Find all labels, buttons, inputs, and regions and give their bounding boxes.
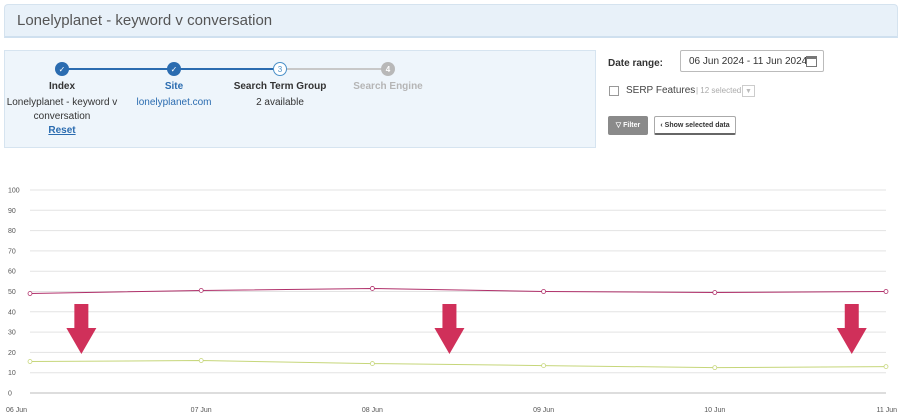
chevron-down-icon[interactable]: ▼ (742, 85, 755, 97)
data-point (369, 286, 375, 291)
check-icon: ✓ (55, 62, 69, 76)
wizard-steps: ✓ Index Lonelyplanet - keyword v convers… (4, 50, 596, 148)
y-tick-label: 20 (8, 350, 16, 357)
y-tick-label: 80 (8, 228, 16, 235)
data-point (883, 289, 889, 294)
data-point (541, 363, 546, 368)
step-sub: Lonelyplanet - keyword v conversation (6, 97, 118, 122)
chart-canvas: 0 10 20 30 40 50 60 70 80 90 100 06 Jun 07 Jun 08 Jun… (6, 188, 898, 415)
x-tick-label: 07 Jun (191, 407, 212, 414)
y-tick-label: 60 (8, 269, 16, 276)
page-title: Lonelyplanet - keyword v conversation (17, 12, 273, 29)
filter-button[interactable]: ▽ Filter (608, 116, 648, 135)
calendar-icon[interactable] (806, 56, 817, 67)
step-number-icon: 3 (273, 62, 287, 76)
step-label: Index (48, 81, 76, 92)
date-range-value: 06 Jun 2024 - 11 Jun 2024 (689, 56, 808, 67)
data-point (712, 365, 718, 371)
filter-button-label: Filter (623, 122, 641, 129)
show-selected-data-button[interactable]: ‹ Show selected data (654, 116, 736, 135)
data-point (883, 364, 889, 370)
serp-features-label: SERP Features (626, 85, 696, 96)
y-tick-label: 0 (8, 391, 12, 398)
line-chart: 0 10 20 30 40 50 60 70 80 90 100 06 Jun 07 Jun 08 Jun… (0, 178, 903, 420)
y-tick-label: 100 (8, 188, 20, 195)
step-label: Search Term Group (233, 81, 327, 92)
data-point (27, 291, 33, 296)
y-tick-label: 50 (8, 289, 16, 296)
step-connector (68, 68, 180, 70)
step-connector (286, 68, 392, 70)
step-number-icon: 4 (381, 62, 395, 76)
date-range-label: Date range: (608, 58, 664, 69)
y-tick-label: 70 (8, 248, 16, 255)
data-point (369, 361, 375, 366)
x-tick-label: 11 Jun (877, 407, 898, 414)
data-point (541, 289, 546, 294)
step-sub: lonelyplanet.com (136, 97, 212, 108)
date-range-input[interactable]: 06 Jun 2024 - 11 Jun 2024 (680, 50, 824, 72)
data-point (198, 288, 204, 293)
filter-panel: Date range: 06 Jun 2024 - 11 Jun 2024 SE… (608, 50, 898, 150)
data-point (198, 358, 204, 363)
page-header: Lonelyplanet - keyword v conversation (4, 4, 898, 38)
data-point (27, 359, 33, 364)
x-tick-label: 06 Jun (6, 407, 27, 414)
step-connector (180, 68, 286, 70)
data-point (712, 290, 718, 295)
reset-link[interactable]: Reset (2, 125, 122, 136)
y-tick-label: 30 (8, 330, 16, 337)
step-label: Search Engine (353, 81, 423, 92)
serp-features-count: | 12 selected (696, 86, 742, 95)
x-tick-label: 08 Jun (362, 407, 383, 414)
y-tick-label: 40 (8, 309, 16, 316)
check-icon: ✓ (167, 62, 181, 76)
step-sub: 2 available (256, 97, 304, 108)
filter-icon: ▽ (615, 122, 624, 129)
y-tick-label: 10 (8, 370, 16, 377)
show-selected-data-label: Show selected data (664, 122, 730, 129)
series-line-1 (29, 287, 887, 295)
y-tick-label: 90 (8, 208, 16, 215)
series-line-2 (29, 360, 887, 369)
x-tick-label: 09 Jun (533, 407, 554, 414)
step-label: Site (164, 81, 184, 92)
x-tick-label: 10 Jun (704, 407, 725, 414)
serp-features-checkbox[interactable] (609, 86, 619, 96)
